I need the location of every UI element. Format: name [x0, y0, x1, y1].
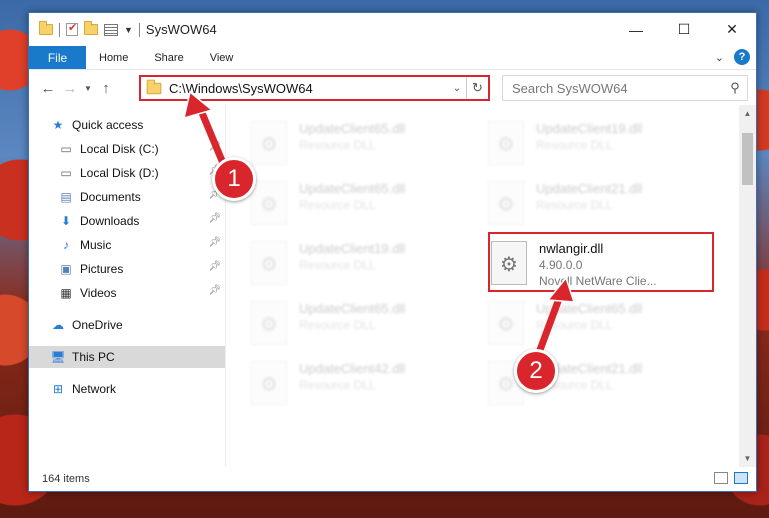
annotation-arrows — [182, 90, 576, 354]
step-2-badge: 2 — [514, 349, 558, 393]
arrow-2-head — [546, 276, 576, 303]
arrow-2-shaft — [536, 292, 564, 354]
arrow-1-head — [182, 90, 214, 120]
arrow-1-shaft — [196, 104, 229, 172]
step-1-badge: 1 — [212, 157, 256, 201]
